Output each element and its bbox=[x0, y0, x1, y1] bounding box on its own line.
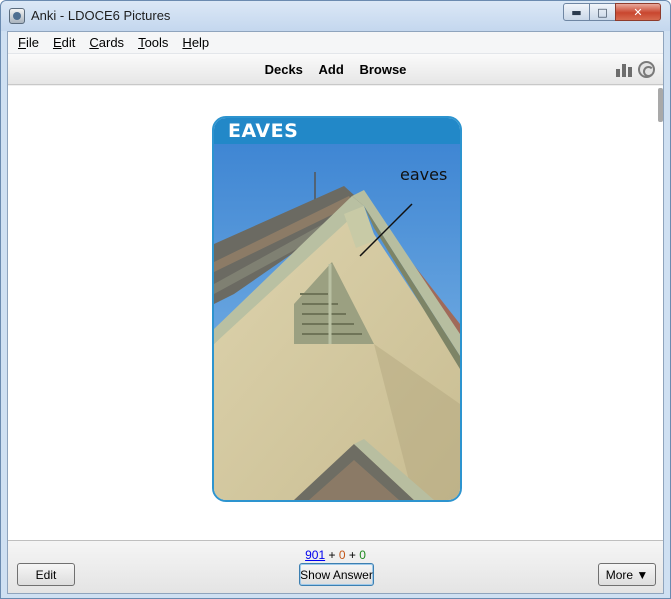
learn-count: 0 bbox=[338, 548, 346, 562]
scrollbar-thumb[interactable] bbox=[658, 88, 663, 122]
menu-file[interactable]: File bbox=[11, 35, 46, 50]
flashcard: EAVES eaves bbox=[212, 116, 462, 502]
menu-cards-label: ards bbox=[98, 35, 125, 50]
bottom-bar: 901 + 0 + 0 Edit Show Answer More ▼ bbox=[8, 540, 663, 593]
close-button[interactable]: ✕ bbox=[615, 3, 661, 21]
plus-sign: + bbox=[328, 548, 336, 562]
eaves-picture bbox=[214, 144, 460, 500]
sync-icon[interactable] bbox=[638, 61, 655, 78]
show-answer-button[interactable]: Show Answer bbox=[299, 563, 374, 586]
window-title: Anki - LDOCE6 Pictures bbox=[31, 8, 171, 23]
menu-edit[interactable]: Edit bbox=[46, 35, 82, 50]
menu-file-label: ile bbox=[25, 35, 39, 50]
more-button[interactable]: More ▼ bbox=[598, 563, 656, 586]
toolbar: Decks Add Browse bbox=[8, 54, 663, 85]
review-count: 0 bbox=[359, 548, 366, 562]
eaves-label: eaves bbox=[400, 165, 448, 184]
new-count[interactable]: 901 bbox=[305, 548, 325, 562]
edit-button[interactable]: Edit bbox=[17, 563, 75, 586]
menu-help-label: elp bbox=[191, 35, 210, 50]
toolbar-links: Decks Add Browse bbox=[8, 62, 663, 77]
app-window: Anki - LDOCE6 Pictures ▬ □ ✕ File Edit C… bbox=[0, 0, 671, 599]
menu-cards-accel: C bbox=[89, 35, 99, 50]
menu-edit-accel: E bbox=[52, 35, 62, 50]
card-header: EAVES bbox=[214, 118, 460, 144]
menu-cards[interactable]: Cards bbox=[82, 35, 131, 50]
client-area: File Edit Cards Tools Help Decks Add Bro… bbox=[7, 31, 664, 594]
menu-tools-label: ools bbox=[144, 35, 169, 50]
stats-icon[interactable] bbox=[616, 63, 632, 77]
reviewer-area: EAVES eaves bbox=[8, 86, 663, 540]
menu-bar: File Edit Cards Tools Help bbox=[8, 32, 663, 54]
title-bar[interactable]: Anki - LDOCE6 Pictures ▬ □ ✕ bbox=[1, 1, 670, 31]
anki-app-icon bbox=[9, 8, 25, 24]
menu-help-accel: H bbox=[182, 35, 192, 50]
due-counts: 901 + 0 + 0 bbox=[8, 548, 663, 562]
decks-link[interactable]: Decks bbox=[265, 62, 303, 77]
add-link[interactable]: Add bbox=[319, 62, 344, 77]
browse-link[interactable]: Browse bbox=[359, 62, 406, 77]
menu-edit-label: dit bbox=[61, 35, 76, 50]
menu-file-accel: F bbox=[18, 35, 26, 50]
card-title: EAVES bbox=[228, 120, 299, 142]
maximize-button[interactable]: □ bbox=[589, 3, 616, 21]
minimize-button[interactable]: ▬ bbox=[563, 3, 590, 21]
menu-help[interactable]: Help bbox=[175, 35, 216, 50]
plus-sign: + bbox=[348, 548, 356, 562]
menu-tools[interactable]: Tools bbox=[131, 35, 175, 50]
